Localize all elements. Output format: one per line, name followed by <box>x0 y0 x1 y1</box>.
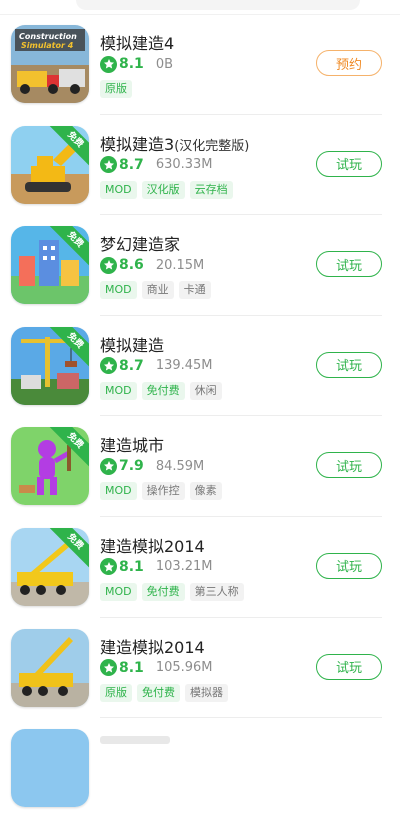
game-rating: 8.7 <box>119 357 144 374</box>
game-rating: 8.1 <box>119 558 144 575</box>
game-size: 84.59M <box>155 458 205 474</box>
game-icon[interactable]: 免费 <box>11 125 89 204</box>
game-subtitle: (汉化完整版) <box>174 138 250 154</box>
game-size: 20.15M <box>155 257 205 273</box>
game-icon[interactable]: Construction Simulator 4 <box>11 25 89 103</box>
game-meta: 8.6 20.15M <box>100 255 204 275</box>
game-tag: 像素 <box>189 482 222 501</box>
game-list-item[interactable]: 免费 模拟建造3(汉化完整版) 8.7 630.33M MOD 汉化版 云存档 试玩 <box>0 115 400 216</box>
game-tag: 原版 <box>100 80 132 98</box>
try-play-button[interactable]: 试玩 <box>316 251 382 278</box>
star-icon <box>100 558 117 576</box>
game-name: 梦幻建造家 <box>100 235 181 255</box>
game-icon[interactable] <box>11 628 89 707</box>
game-meta: 8.1 0B <box>100 54 173 74</box>
game-size: 103.21M <box>155 559 213 575</box>
game-meta: 8.7 630.33M <box>100 155 213 175</box>
game-rating: 8.6 <box>119 257 144 274</box>
star-icon <box>100 659 117 677</box>
star-icon <box>100 156 117 174</box>
game-size: 0B <box>155 56 174 72</box>
game-tag: 操作控 <box>141 482 185 501</box>
game-title[interactable]: 梦幻建造家 <box>100 231 180 255</box>
game-list-item[interactable]: 免费 建造模拟2014 8.1 103.21M MOD 免付费 第三人称 试玩 <box>0 517 400 618</box>
game-tags: 原版 免付费 模拟器 <box>100 683 228 702</box>
game-tag: 第三人称 <box>189 582 244 601</box>
game-meta: 7.9 84.59M <box>100 456 204 476</box>
game-meta: 8.7 139.45M <box>100 356 213 376</box>
game-list-item[interactable]: 免费 建造城市 7.9 84.59M MOD 操作控 像素 试玩 <box>0 416 400 517</box>
game-list-item-partial[interactable] <box>0 718 400 819</box>
game-tag: 原版 <box>100 683 132 702</box>
game-list-item[interactable]: Construction Simulator 4 模拟建造4 8.1 0B 原版… <box>0 14 400 115</box>
game-list-item[interactable]: 建造模拟2014 8.1 105.96M 原版 免付费 模拟器 试玩 <box>0 618 400 719</box>
try-play-button[interactable]: 试玩 <box>316 351 382 378</box>
game-name: 模拟建造 <box>100 335 165 355</box>
game-name: 模拟建造3 <box>100 134 175 154</box>
game-size: 630.33M <box>155 157 213 173</box>
game-tags: MOD 免付费 休闲 <box>100 381 222 400</box>
game-tag: MOD <box>100 482 137 501</box>
game-tag: 免付费 <box>141 582 185 601</box>
reserve-button[interactable]: 预约 <box>316 50 382 76</box>
game-title[interactable]: 模拟建造 <box>100 332 164 356</box>
game-icon[interactable] <box>11 729 89 808</box>
game-list: Construction Simulator 4 模拟建造4 8.1 0B 原版… <box>0 14 400 819</box>
game-tags: MOD 商业 卡通 <box>100 281 211 300</box>
search-bar[interactable] <box>76 0 360 10</box>
game-tags: 原版 <box>100 80 132 98</box>
game-icon[interactable]: 免费 <box>11 427 89 506</box>
game-name: 模拟建造4 <box>100 34 175 53</box>
game-rating: 8.7 <box>119 156 144 173</box>
game-meta: 8.1 103.21M <box>100 557 213 577</box>
game-tag: 汉化版 <box>141 180 185 199</box>
game-title[interactable]: 建造城市 <box>100 432 164 456</box>
try-play-button[interactable]: 试玩 <box>316 552 382 579</box>
game-tag: 模拟器 <box>185 683 228 702</box>
svg-text:Construction: Construction <box>19 32 77 41</box>
game-list-item[interactable]: 免费 梦幻建造家 8.6 20.15M MOD 商业 卡通 试玩 <box>0 215 400 316</box>
game-size: 105.96M <box>155 660 213 676</box>
game-title[interactable]: 建造模拟2014 <box>100 634 205 658</box>
game-tag: MOD <box>100 582 137 601</box>
try-play-button[interactable]: 试玩 <box>316 452 382 479</box>
game-name: 建造城市 <box>100 436 165 456</box>
game-icon[interactable]: 免费 <box>11 326 89 405</box>
game-size: 139.45M <box>155 358 213 374</box>
star-icon <box>100 357 117 375</box>
game-tag: 商业 <box>141 281 174 300</box>
game-tag: 云存档 <box>189 180 233 199</box>
game-tag: 免付费 <box>137 683 180 702</box>
game-tag: 休闲 <box>189 381 222 400</box>
game-rating: 7.9 <box>119 458 144 475</box>
game-tag: MOD <box>100 281 137 300</box>
star-icon <box>100 457 117 475</box>
game-rating: 8.1 <box>119 56 144 72</box>
game-tags: MOD 操作控 像素 <box>100 482 222 501</box>
star-icon <box>100 256 117 274</box>
game-list-item[interactable]: 免费 模拟建造 8.7 139.45M MOD 免付费 休闲 试玩 <box>0 316 400 417</box>
svg-text:Simulator 4: Simulator 4 <box>21 41 74 50</box>
game-icon[interactable]: 免费 <box>11 226 89 305</box>
game-rating: 8.1 <box>119 659 144 676</box>
game-title-partial <box>100 736 170 745</box>
game-name: 建造模拟2014 <box>100 536 205 556</box>
game-tag: 卡通 <box>178 281 211 300</box>
try-play-button[interactable]: 试玩 <box>316 150 382 177</box>
star-icon <box>100 55 117 73</box>
game-title[interactable]: 建造模拟2014 <box>100 533 205 557</box>
game-title[interactable]: 模拟建造4 <box>100 30 174 54</box>
game-name: 建造模拟2014 <box>100 637 205 657</box>
game-tags: MOD 免付费 第三人称 <box>100 582 244 601</box>
game-tag: MOD <box>100 381 137 400</box>
try-play-button[interactable]: 试玩 <box>316 653 382 680</box>
game-tags: MOD 汉化版 云存档 <box>100 180 233 199</box>
game-title[interactable]: 模拟建造3(汉化完整版) <box>100 131 249 155</box>
game-tag: MOD <box>100 180 137 199</box>
game-tag: 免付费 <box>141 381 185 400</box>
search-bar-area <box>0 0 400 15</box>
game-meta: 8.1 105.96M <box>100 658 213 678</box>
game-icon[interactable]: 免费 <box>11 527 89 606</box>
